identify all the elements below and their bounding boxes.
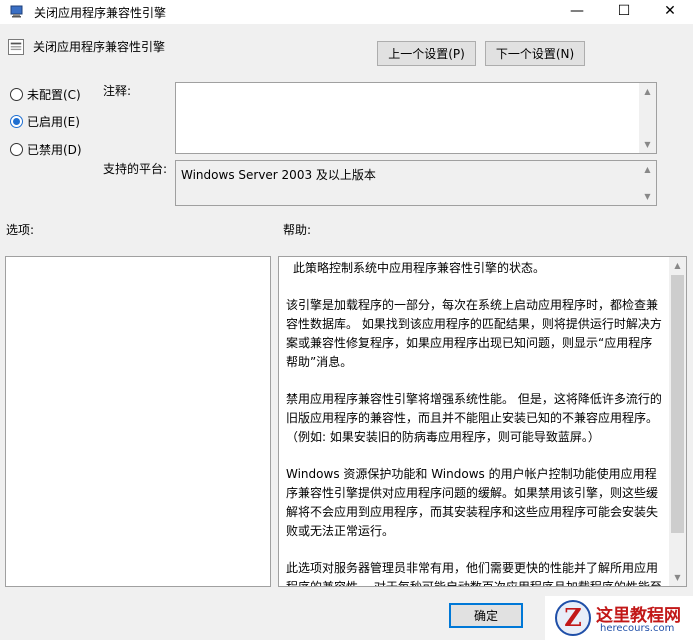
radio-disabled[interactable]: 已禁用(D) bbox=[10, 140, 82, 158]
site-watermark: Z 这里教程网 herecours.com bbox=[545, 596, 693, 640]
scroll-down-icon[interactable]: ▼ bbox=[669, 569, 686, 586]
platform-value: Windows Server 2003 及以上版本 bbox=[181, 168, 376, 182]
close-button[interactable]: ✕ bbox=[647, 0, 693, 24]
comment-scrollbar[interactable]: ▲ ▼ bbox=[639, 83, 656, 153]
title-bar[interactable]: 关闭应用程序兼容性引擎 — ☐ ✕ bbox=[0, 0, 693, 24]
help-pane[interactable]: 此策略控制系统中应用程序兼容性引擎的状态。 该引擎是加载程序的一部分，每次在系统… bbox=[278, 256, 687, 587]
radio-circle[interactable] bbox=[10, 114, 23, 128]
setting-title: 关闭应用程序兼容性引擎 bbox=[33, 40, 166, 54]
help-paragraph: 此策略控制系统中应用程序兼容性引擎的状态。 bbox=[293, 261, 546, 275]
help-scrollbar[interactable]: ▲ ▼ bbox=[669, 257, 686, 586]
radio-not-configured[interactable]: 未配置(C) bbox=[10, 85, 81, 103]
next-setting-button[interactable]: 下一个设置(N) bbox=[485, 41, 585, 66]
window-title: 关闭应用程序兼容性引擎 bbox=[34, 6, 167, 20]
scroll-thumb[interactable] bbox=[671, 275, 684, 533]
scroll-down-icon[interactable]: ▼ bbox=[639, 136, 656, 153]
comment-textbox[interactable]: ▲ ▼ bbox=[175, 82, 657, 154]
help-paragraph: 该引擎是加载程序的一部分，每次在系统上启动应用程序时，都检查兼容性数据库。 如果… bbox=[286, 298, 662, 369]
platform-label: 支持的平台: bbox=[103, 162, 168, 176]
minimize-button[interactable]: — bbox=[554, 0, 600, 24]
group-policy-icon bbox=[10, 5, 23, 18]
radio-circle[interactable] bbox=[10, 87, 23, 101]
help-paragraph: 此选项对服务器管理员非常有用，他们需要更快的性能并了解所用应用程序的兼容性。 对… bbox=[286, 561, 662, 587]
options-label: 选项: bbox=[6, 223, 35, 237]
watermark-url: herecours.com bbox=[600, 623, 675, 634]
platform-scrollbar[interactable]: ▲ ▼ bbox=[639, 161, 656, 205]
watermark-logo: Z bbox=[555, 600, 591, 636]
radio-enabled[interactable]: 已启用(E) bbox=[10, 112, 80, 130]
platform-textbox: Windows Server 2003 及以上版本 ▲ ▼ bbox=[175, 160, 657, 206]
scroll-up-icon[interactable]: ▲ bbox=[639, 83, 656, 100]
help-paragraph: Windows 资源保护功能和 Windows 的用户帐户控制功能使用应用程序兼… bbox=[286, 467, 659, 538]
scroll-down-icon[interactable]: ▼ bbox=[639, 188, 656, 205]
help-label: 帮助: bbox=[283, 223, 312, 237]
scroll-up-icon[interactable]: ▲ bbox=[669, 257, 686, 274]
maximize-button[interactable]: ☐ bbox=[601, 0, 647, 24]
radio-label: 已启用(E) bbox=[27, 114, 80, 129]
previous-setting-button[interactable]: 上一个设置(P) bbox=[377, 41, 476, 66]
help-paragraph: 禁用应用程序兼容性引擎将增强系统性能。 但是，这将降低许多流行的旧版应用程序的兼… bbox=[286, 392, 662, 444]
radio-label: 已禁用(D) bbox=[27, 142, 82, 157]
comment-label: 注释: bbox=[103, 84, 132, 98]
radio-circle[interactable] bbox=[10, 142, 23, 156]
options-pane bbox=[5, 256, 271, 587]
help-text: 此策略控制系统中应用程序兼容性引擎的状态。 该引擎是加载程序的一部分，每次在系统… bbox=[286, 259, 664, 587]
setting-icon bbox=[8, 39, 24, 55]
radio-label: 未配置(C) bbox=[27, 87, 81, 102]
ok-button[interactable]: 确定 bbox=[449, 603, 523, 628]
scroll-up-icon[interactable]: ▲ bbox=[639, 161, 656, 178]
